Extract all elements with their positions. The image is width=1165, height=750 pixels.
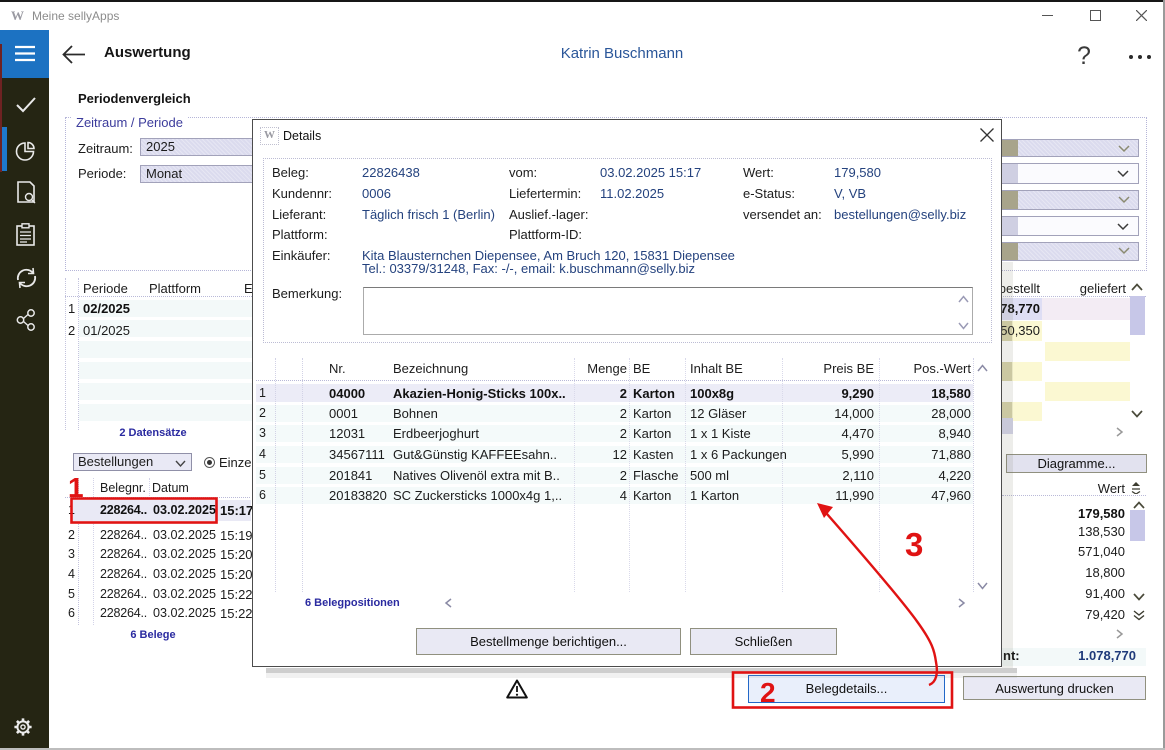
svg-text:2: 2 [760,677,776,708]
svg-text:3: 3 [905,526,923,563]
svg-text:1: 1 [68,472,84,503]
